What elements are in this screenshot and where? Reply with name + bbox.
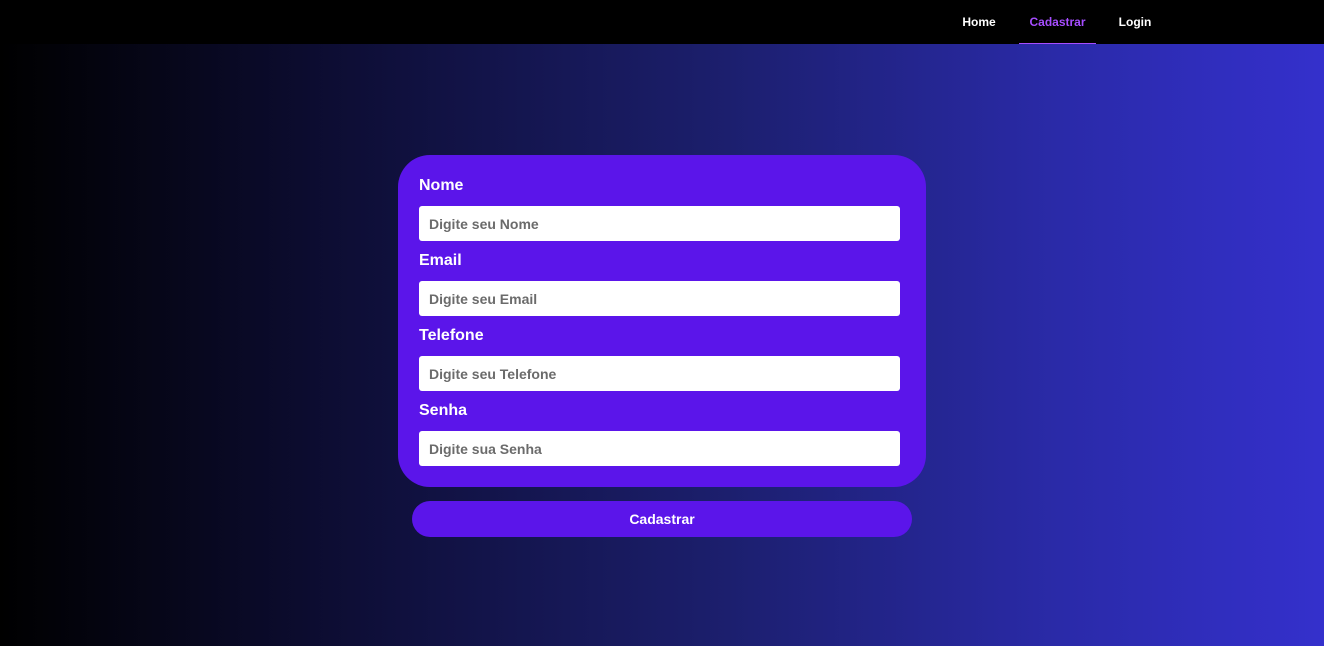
telefone-label: Telefone <box>419 327 484 344</box>
register-form: Nome Email Telefone Senha <box>398 155 926 487</box>
senha-input[interactable] <box>419 431 900 466</box>
nome-input[interactable] <box>419 206 900 241</box>
senha-label: Senha <box>419 402 468 419</box>
email-input[interactable] <box>419 281 900 316</box>
nome-label: Nome <box>419 177 464 194</box>
nav-link-login[interactable]: Login <box>1108 0 1162 44</box>
cadastrar-button[interactable]: Cadastrar <box>412 501 912 537</box>
nav-link-cadastrar[interactable]: Cadastrar <box>1019 0 1096 44</box>
top-navbar: Home Cadastrar Login <box>0 0 1324 44</box>
email-label: Email <box>419 252 462 269</box>
telefone-input[interactable] <box>419 356 900 391</box>
nav-link-home[interactable]: Home <box>950 0 1008 44</box>
